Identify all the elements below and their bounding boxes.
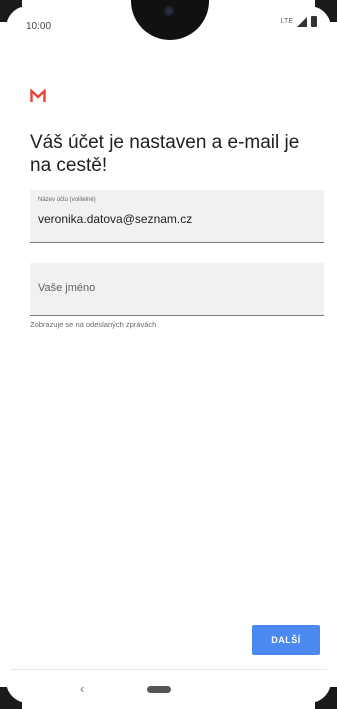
account-name-label: Název účtu (volitelné) [38,197,96,203]
your-name-helper-text: Zobrazuje se na odeslaných zprávách [30,320,157,329]
your-name-placeholder[interactable]: Vaše jméno [38,282,95,294]
camera-notch [131,0,209,40]
status-icons: LTE [281,16,317,27]
account-name-field[interactable]: Název účtu (volitelné) veronika.datova@s… [30,190,324,243]
frame-corner-bottom-right [309,681,337,709]
next-button[interactable]: DALŠÍ [252,625,320,655]
page-title: Váš účet je nastaven a e-mail je na cest… [30,132,300,176]
gmail-icon [30,89,46,102]
signal-icon [297,16,307,27]
your-name-field[interactable]: Vaše jméno [30,263,324,316]
lte-icon: LTE [280,18,293,25]
status-time: 10:00 [26,21,52,32]
frame-corner-bottom-left [0,681,28,709]
navigation-bar: ‹ [0,669,337,709]
home-pill-icon[interactable] [147,686,171,693]
battery-icon [311,16,317,27]
nav-divider [10,669,327,670]
account-name-value[interactable]: veronika.datova@seznam.cz [38,212,192,226]
back-icon[interactable]: ‹ [80,681,84,696]
status-bar: 10:00 LTE [0,0,337,42]
camera-icon [164,6,174,16]
